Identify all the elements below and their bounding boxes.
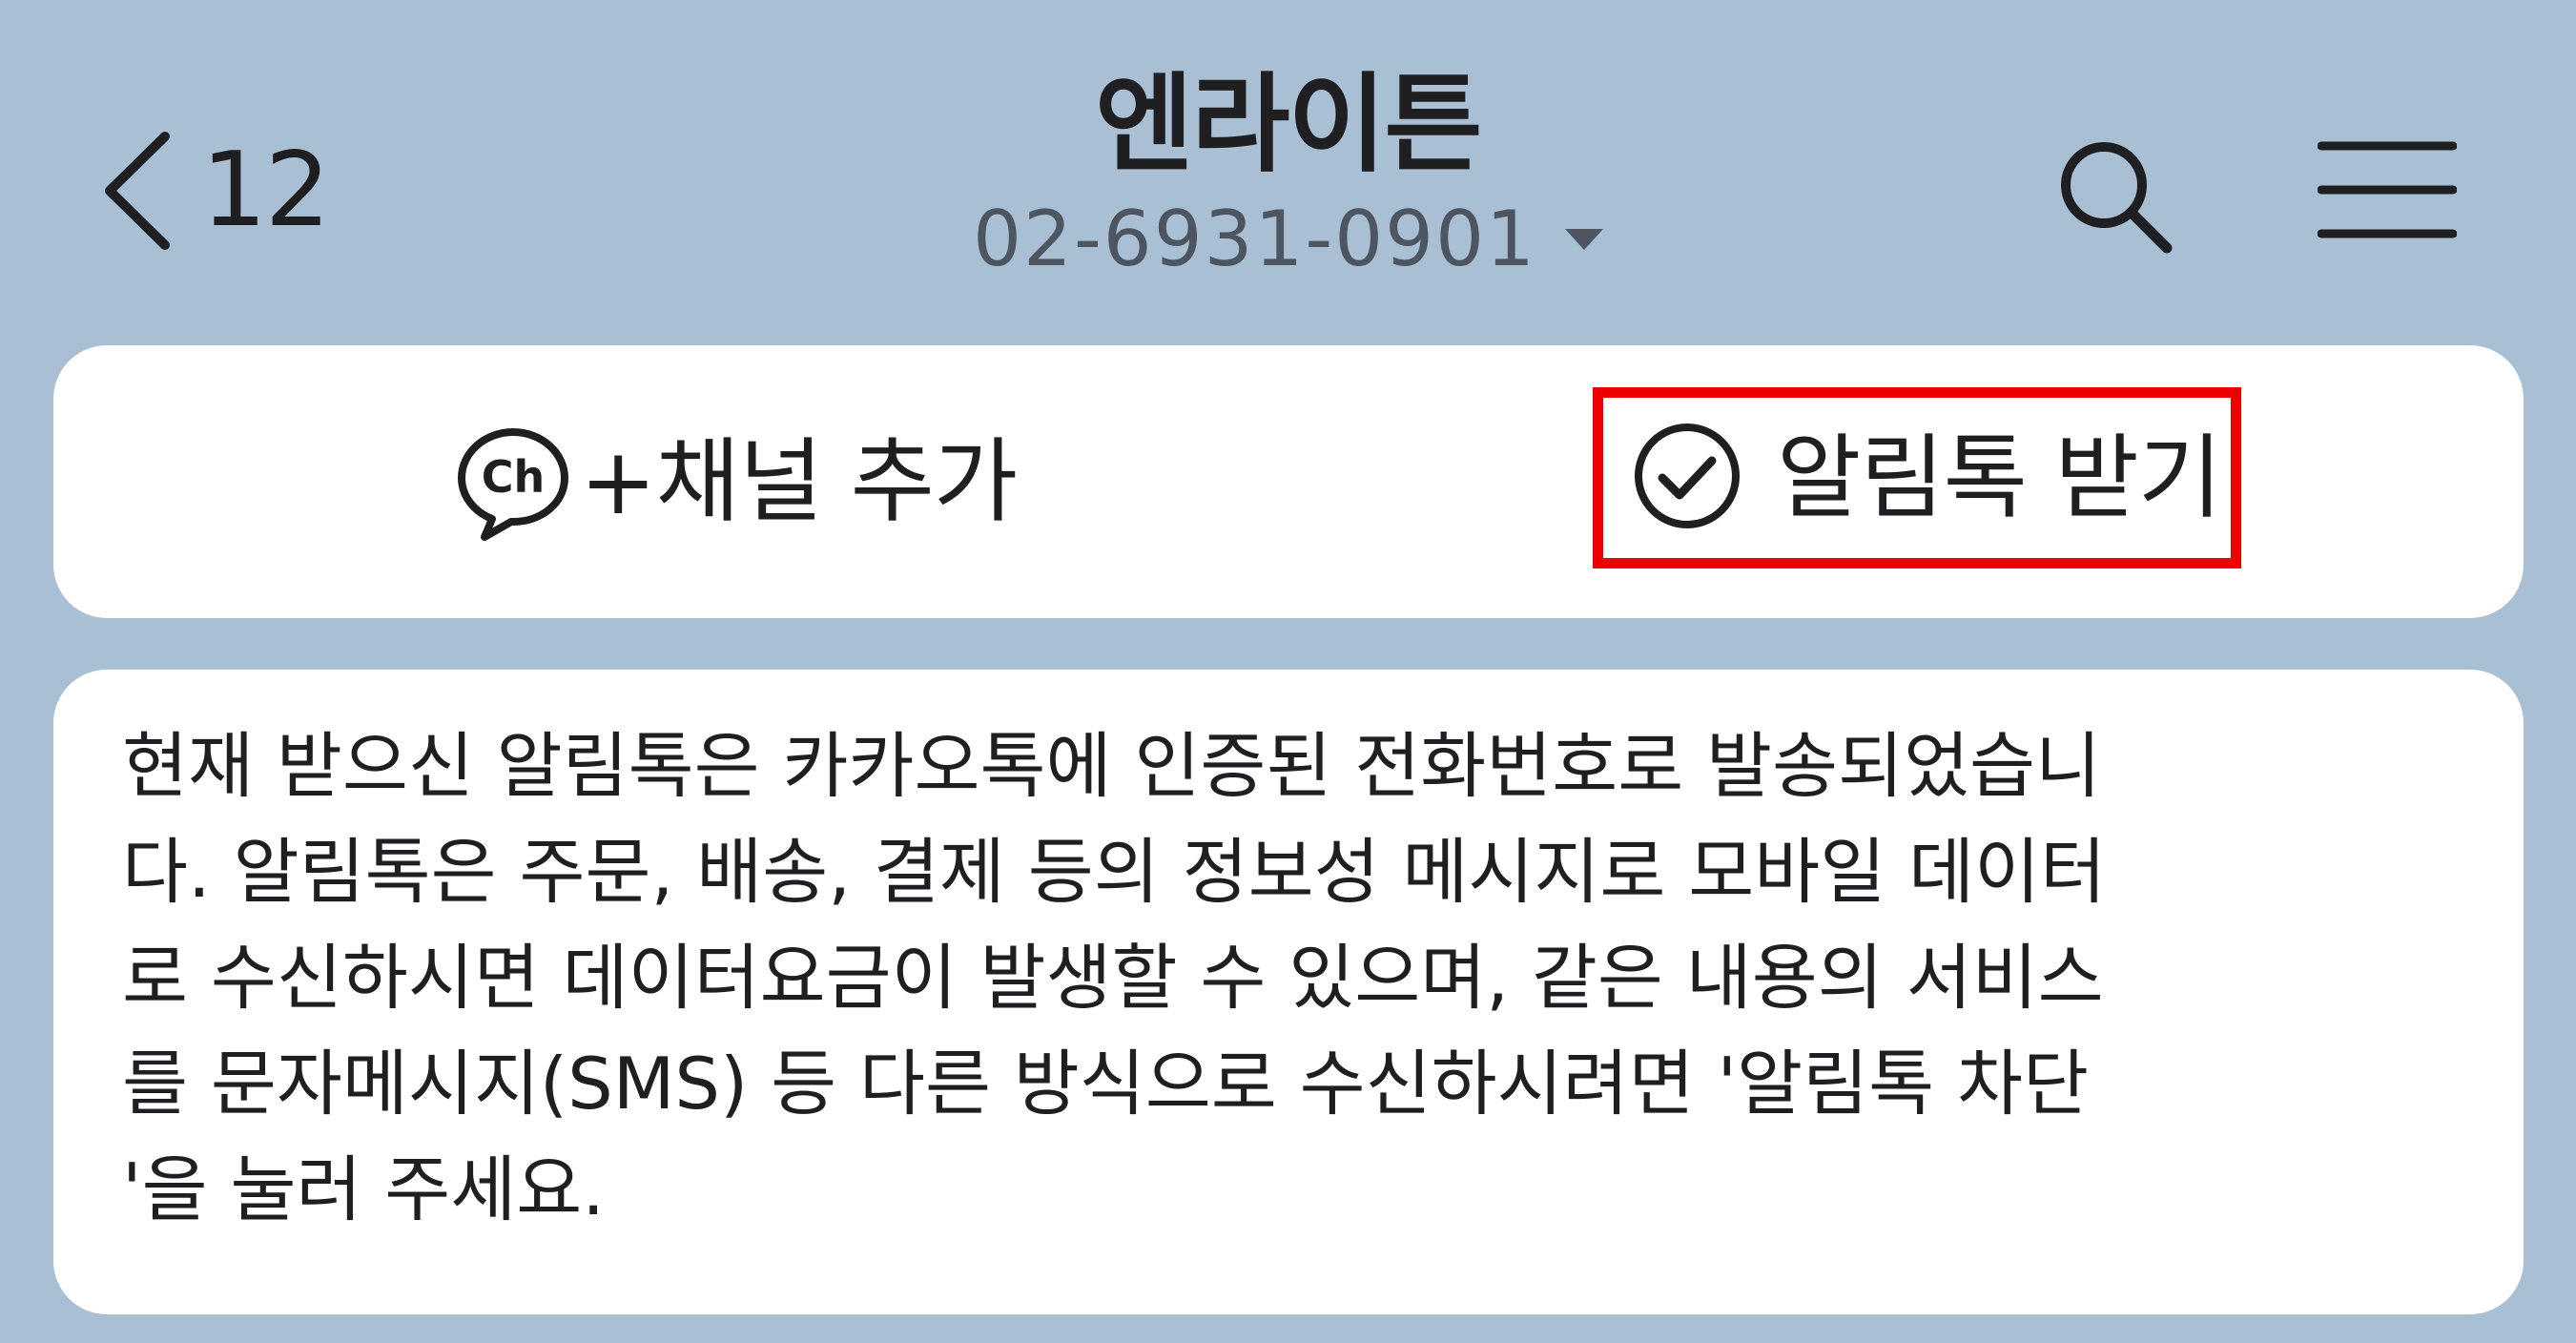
chat-header: 12 엔라이튼 02-6931-0901 [0,0,2576,343]
phone-number-row[interactable]: 02-6931-0901 [0,201,2576,278]
notice-line: '을 눌러 주세요. [122,1147,606,1231]
channel-action-card: Ch +채널 추가 알림톡 받기 [53,345,2524,618]
add-channel-label: +채널 추가 [580,428,1018,535]
receive-alimtalk-label: 알림톡 받기 [1777,424,2222,531]
menu-button[interactable] [2317,138,2458,241]
svg-text:Ch: Ch [482,451,546,503]
kakao-channel-icon: Ch [454,423,572,541]
notice-line: 를 문자메시지(SMS) 등 다른 방식으로 수신하시려면 '알림톡 차단 [122,1042,2089,1126]
title-block: 엔라이튼 02-6931-0901 [0,66,2576,278]
notice-line: 다. 알림톡은 주문, 배송, 결제 등의 정보성 메시지로 모바일 데이터 [122,830,2107,914]
phone-number: 02-6931-0901 [973,195,1536,284]
add-channel-button[interactable]: Ch +채널 추가 [454,412,1018,551]
hamburger-menu-icon [2317,141,2458,245]
notice-line: 현재 받으신 알림톡은 카카오톡에 인증된 전화번호로 발송되었습니 [122,724,2102,808]
search-icon [2050,142,2174,259]
caret-down-icon[interactable] [1564,229,1603,251]
receive-alimtalk-button[interactable]: 알림톡 받기 [1593,387,2241,568]
search-button[interactable] [2050,132,2174,256]
notice-line: 로 수신하시면 데이터요금이 발생할 수 있으며, 같은 내용의 서비스 [122,936,2104,1020]
page-title[interactable]: 엔라이튼 [1095,66,1482,184]
check-circle-icon [1632,421,1742,535]
notice-card: 현재 받으신 알림톡은 카카오톡에 인증된 전화번호로 발송되었습니 다. 알림… [53,670,2524,1314]
notice-text: 현재 받으신 알림톡은 카카오톡에 인증된 전화번호로 발송되었습니 다. 알림… [122,713,2468,1243]
